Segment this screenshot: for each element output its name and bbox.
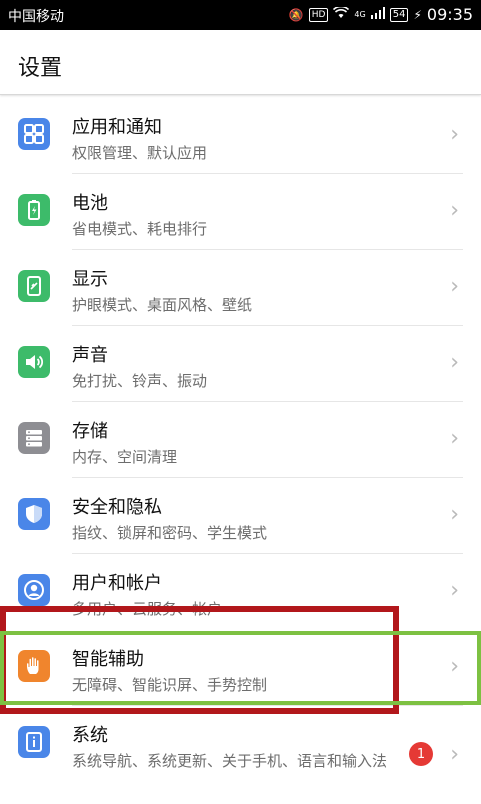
- speaker-icon: [18, 346, 50, 378]
- storage-icon: [18, 422, 50, 454]
- item-subtitle: 系统导航、系统更新、关于手机、语言和输入法: [72, 752, 388, 770]
- item-title: 系统: [72, 725, 108, 746]
- item-title: 显示: [72, 269, 108, 290]
- item-title: 应用和通知: [72, 117, 162, 138]
- settings-item-battery[interactable]: 电池 省电模式、耗电排行 ›: [0, 174, 481, 250]
- apps-icon: [18, 118, 50, 150]
- item-title: 用户和帐户: [72, 573, 162, 594]
- item-subtitle: 内存、空间清理: [72, 448, 178, 466]
- wifi-icon: [333, 5, 350, 22]
- user-icon: [18, 574, 50, 606]
- chevron-right-icon: ›: [450, 502, 459, 527]
- mute-icon: 🔕: [288, 7, 304, 22]
- info-icon: [18, 726, 50, 758]
- chevron-right-icon: ›: [450, 274, 459, 299]
- network-label: 4G: [354, 10, 366, 19]
- item-subtitle: 护眼模式、桌面风格、壁纸: [72, 296, 253, 314]
- chevron-right-icon: ›: [450, 426, 459, 451]
- status-icons: 🔕 HD 4G 54 ⚡ 09:35: [289, 5, 473, 24]
- display-icon: [18, 270, 50, 302]
- chevron-right-icon: ›: [450, 350, 459, 375]
- page-title: 设置: [18, 56, 63, 81]
- charging-icon: ⚡: [413, 7, 422, 22]
- item-title: 存储: [72, 421, 108, 442]
- item-title: 电池: [72, 193, 108, 214]
- settings-item-display[interactable]: 显示 护眼模式、桌面风格、壁纸 ›: [0, 250, 481, 326]
- settings-item-security[interactable]: 安全和隐私 指纹、锁屏和密码、学生模式 ›: [0, 478, 481, 554]
- app-header: 设置: [0, 30, 481, 95]
- item-subtitle: 省电模式、耗电排行: [72, 220, 208, 238]
- settings-item-storage[interactable]: 存储 内存、空间清理 ›: [0, 402, 481, 478]
- battery-level: 54: [389, 7, 409, 22]
- hd-icon: HD: [308, 7, 329, 22]
- item-title: 安全和隐私: [72, 497, 162, 518]
- chevron-right-icon: ›: [450, 578, 459, 603]
- chevron-right-icon: ›: [450, 198, 459, 223]
- carrier-label: 中国移动: [8, 9, 64, 25]
- item-subtitle: 权限管理、默认应用: [72, 144, 208, 162]
- update-badge: 1: [409, 742, 433, 766]
- signal-icon: [370, 7, 385, 22]
- settings-item-sound[interactable]: 声音 免打扰、铃声、振动 ›: [0, 326, 481, 402]
- clock: 09:35: [426, 5, 473, 24]
- highlight-box-green: [0, 631, 481, 705]
- status-bar: 中国移动 🔕 HD 4G 54 ⚡ 09:35: [0, 0, 481, 30]
- item-subtitle: 指纹、锁屏和密码、学生模式: [72, 524, 268, 542]
- settings-item-system[interactable]: 系统 系统导航、系统更新、关于手机、语言和输入法 1 ›: [0, 706, 481, 804]
- item-title: 声音: [72, 345, 108, 366]
- chevron-right-icon: ›: [450, 742, 459, 767]
- battery-icon: [18, 194, 50, 226]
- settings-item-apps[interactable]: 应用和通知 权限管理、默认应用 ›: [0, 98, 481, 174]
- item-subtitle: 免打扰、铃声、振动: [72, 372, 208, 390]
- shield-icon: [18, 498, 50, 530]
- chevron-right-icon: ›: [450, 122, 459, 147]
